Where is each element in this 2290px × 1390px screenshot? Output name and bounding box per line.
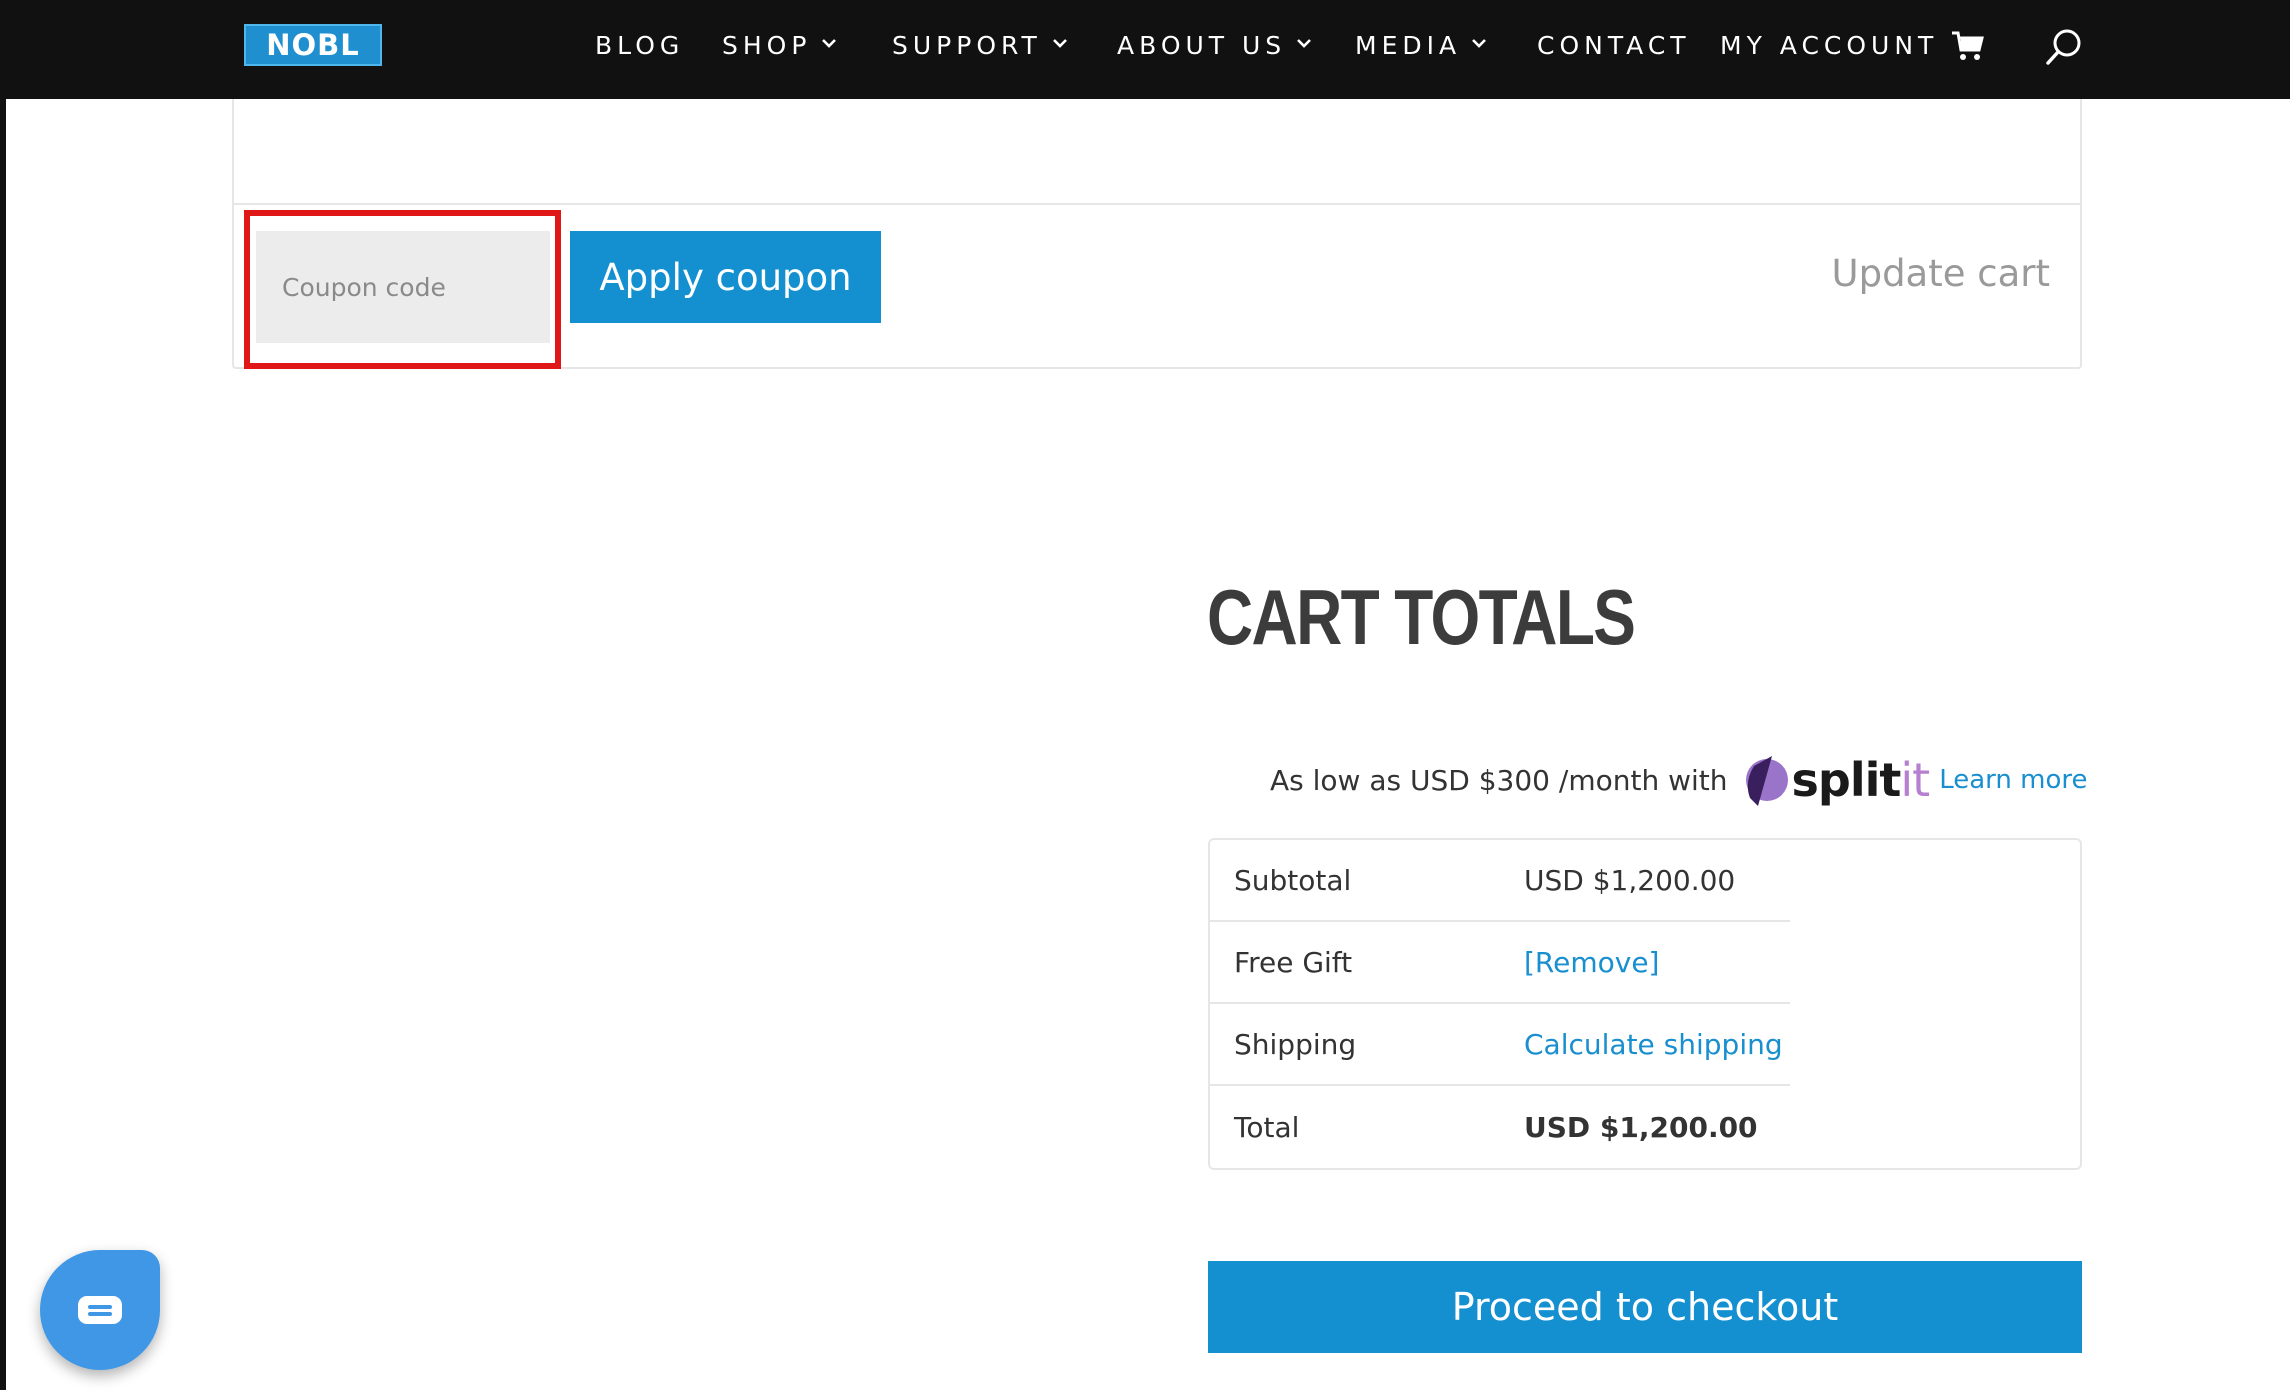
row-label: Shipping (1234, 1027, 1357, 1061)
nav-item-label: ABOUT US (1117, 30, 1287, 60)
nav-item-contact[interactable]: CONTACT (1537, 27, 1691, 63)
table-divider (232, 203, 2082, 205)
totals-row-total: Total USD $1,200.00 (1210, 1086, 1790, 1168)
learn-more-link[interactable]: Learn more (1939, 765, 2087, 795)
subtotal-value: USD $1,200.00 (1524, 863, 1736, 897)
totals-row-subtotal: Subtotal USD $1,200.00 (1210, 840, 1790, 922)
nav-item-shop[interactable]: SHOP (722, 27, 837, 63)
chevron-down-icon (1297, 39, 1312, 48)
nav-item-label: SHOP (722, 30, 812, 60)
chevron-down-icon (1052, 39, 1067, 48)
splitit-brand-suffix: it (1900, 753, 1930, 807)
calculate-shipping-link[interactable]: Calculate shipping (1524, 1028, 1783, 1061)
update-cart-button[interactable]: Update cart (1800, 252, 2051, 304)
nobl-logo[interactable]: NOBL (244, 24, 382, 66)
splitit-logo: split it (1744, 752, 1930, 808)
financing-text: As low as USD $300 /month with (1270, 763, 1728, 797)
page-left-edge (0, 0, 6, 1390)
nav-item-support[interactable]: SUPPORT (892, 27, 1068, 63)
nav-item-label: MEDIA (1355, 30, 1462, 60)
coupon-code-input[interactable] (256, 231, 550, 343)
totals-row-shipping: Shipping Calculate shipping (1210, 1004, 1790, 1086)
remove-gift-link[interactable]: [Remove] (1524, 946, 1659, 979)
nav-item-about-us[interactable]: ABOUT US (1117, 27, 1312, 63)
nav-item-blog[interactable]: BLOG (595, 27, 684, 63)
row-label: Free Gift (1234, 945, 1353, 979)
chat-widget-button[interactable] (40, 1250, 160, 1370)
totals-row-free-gift: Free Gift [Remove] (1210, 922, 1790, 1004)
proceed-to-checkout-button[interactable]: Proceed to checkout (1208, 1261, 2082, 1353)
financing-banner: As low as USD $300 /month with split it L… (1270, 745, 2087, 815)
splitit-brand-main: split (1791, 753, 1902, 807)
total-value: USD $1,200.00 (1524, 1110, 1758, 1144)
cart-totals-title: CART TOTALS (1207, 573, 1636, 661)
row-label: Total (1234, 1110, 1300, 1144)
nav-item-label: MY ACCOUNT (1720, 30, 1939, 60)
top-navigation: NOBL BLOG SHOP SUPPORT ABOUT US MEDIA CO… (0, 0, 2290, 99)
nav-item-label: CONTACT (1537, 30, 1691, 60)
row-label: Subtotal (1234, 863, 1352, 897)
chat-bubble-icon (78, 1296, 122, 1324)
nav-item-label: BLOG (595, 30, 685, 60)
cart-icon[interactable] (1951, 30, 1985, 62)
apply-coupon-button[interactable]: Apply coupon (570, 231, 881, 323)
nav-item-media[interactable]: MEDIA (1355, 27, 1487, 63)
nav-item-label: SUPPORT (892, 30, 1042, 60)
search-icon[interactable] (2046, 28, 2082, 66)
chevron-down-icon (1472, 39, 1487, 48)
nav-item-my-account[interactable]: MY ACCOUNT (1720, 27, 1938, 63)
splitit-logo-icon (1745, 756, 1788, 806)
chevron-down-icon (822, 39, 837, 48)
